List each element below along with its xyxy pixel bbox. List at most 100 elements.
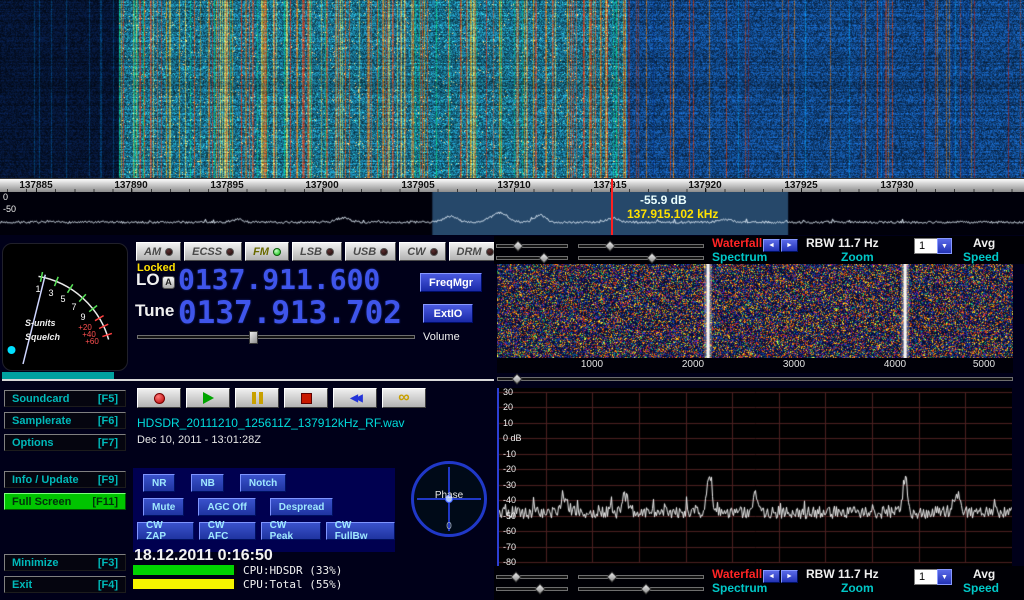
cw-peak-button[interactable]: CW Peak <box>261 522 321 540</box>
squelch-marker-icon <box>8 346 16 354</box>
lo-frequency-display[interactable]: 0137.911.600 <box>178 263 380 296</box>
mode-lsb-button[interactable]: LSB <box>292 242 342 261</box>
left-arrow-icon[interactable]: ◄ <box>763 239 780 252</box>
spectrum-zoom-slider[interactable] <box>578 253 704 264</box>
despread-button[interactable]: Despread <box>270 498 334 516</box>
avg-speed-select[interactable]: 1 ▼ <box>914 238 952 254</box>
info-update-button[interactable]: Info / Update [F9] <box>4 471 126 488</box>
mode-usb-button[interactable]: USB <box>345 242 396 261</box>
s-meter: 1 3 5 7 9 +20 +40 +60 S-units Squelch <box>2 243 128 371</box>
slider-thumb[interactable] <box>511 373 522 384</box>
mode-led-icon <box>226 248 234 256</box>
tune-label: Tune <box>135 302 174 321</box>
soundcard-button[interactable]: Soundcard [F5] <box>4 390 126 407</box>
mode-cw-button[interactable]: CW <box>399 242 445 261</box>
exit-button[interactable]: Exit [F4] <box>4 576 126 593</box>
cursor-line <box>611 179 613 235</box>
loop-button[interactable]: ∞ <box>382 388 426 408</box>
rf-spectrum[interactable] <box>0 192 1024 235</box>
rf-db-label: -50 <box>3 205 16 215</box>
slider-thumb[interactable] <box>510 571 521 582</box>
record-button[interactable] <box>137 388 181 408</box>
bottom-waterfall-zoom-slider[interactable] <box>578 572 704 583</box>
cw-zap-button[interactable]: CW ZAP <box>137 522 194 540</box>
slider-thumb[interactable] <box>640 583 651 594</box>
bottom-avg-speed-select[interactable]: 1 ▼ <box>914 569 952 585</box>
svg-text:Squelch: Squelch <box>25 332 61 342</box>
bottom-spectrum-zoom-slider[interactable] <box>578 584 704 595</box>
af-spectrum[interactable] <box>499 388 1012 566</box>
bottom-waterfall-upper-level-slider[interactable] <box>496 572 568 583</box>
phase-dial: Phase 0 <box>411 461 487 537</box>
cw-afc-button[interactable]: CW AFC <box>199 522 256 540</box>
rf-waterfall[interactable] <box>0 0 1024 178</box>
mute-button[interactable]: Mute <box>143 498 184 516</box>
nr-button[interactable]: NR <box>143 474 175 492</box>
mode-fm-button[interactable]: FM <box>245 242 289 261</box>
svg-text:9: 9 <box>80 312 85 322</box>
waterfall-upper-level-slider[interactable] <box>496 241 568 252</box>
phase-label: Phase <box>414 490 484 501</box>
bottom-waterfall-tab[interactable]: Waterfall <box>712 568 762 581</box>
cw-fullbw-button[interactable]: CW FullBw <box>326 522 395 540</box>
mode-led-icon <box>486 248 494 256</box>
speed-label: Speed <box>963 251 999 264</box>
left-arrow-icon[interactable]: ◄ <box>763 570 780 583</box>
dropdown-arrow-icon[interactable]: ▼ <box>937 238 952 254</box>
freqmgr-button[interactable]: FreqMgr <box>420 273 482 292</box>
slider-thumb[interactable] <box>646 252 657 263</box>
nb-button[interactable]: NB <box>191 474 223 492</box>
options-button[interactable]: Options [F7] <box>4 434 126 451</box>
squelch-bar[interactable] <box>2 372 494 381</box>
minimize-button[interactable]: Minimize [F3] <box>4 554 126 571</box>
waterfall-tab[interactable]: Waterfall <box>712 237 762 250</box>
bottom-zoom-label: Zoom <box>841 582 874 595</box>
pause-button[interactable] <box>235 388 279 408</box>
agc-button[interactable]: AGC Off <box>198 498 255 516</box>
svg-text:3: 3 <box>48 288 53 298</box>
frequency-scale[interactable]: 137885 137890 137895 137900 137905 13791… <box>0 178 1024 192</box>
slider-thumb[interactable] <box>512 240 523 251</box>
stop-button[interactable] <box>284 388 328 408</box>
svg-text:5: 5 <box>60 294 65 304</box>
volume-slider[interactable] <box>137 332 415 343</box>
rewind-button[interactable]: ◀◀ <box>333 388 377 408</box>
mode-led-icon <box>273 248 281 256</box>
extio-button[interactable]: ExtIO <box>423 304 473 323</box>
right-arrow-icon[interactable]: ► <box>781 570 798 583</box>
right-arrow-icon[interactable]: ► <box>781 239 798 252</box>
db-tick: 0 dB <box>503 433 522 443</box>
samplerate-button[interactable]: Samplerate [F6] <box>4 412 126 429</box>
af-axis: 1000 2000 3000 4000 5000 <box>497 358 1013 373</box>
slider-thumb[interactable] <box>606 571 617 582</box>
slider-thumb[interactable] <box>604 240 615 251</box>
waterfall-zoom-slider[interactable] <box>578 241 704 252</box>
svg-text:S-units: S-units <box>25 318 56 328</box>
slider-thumb[interactable] <box>538 252 549 263</box>
mode-am-button[interactable]: AM <box>136 242 181 261</box>
af-waterfall[interactable] <box>497 264 1013 358</box>
notch-button[interactable]: Notch <box>240 474 286 492</box>
rbw-label: RBW 11.7 Hz <box>806 237 879 250</box>
mode-ecss-button[interactable]: ECSS <box>184 242 242 261</box>
fullscreen-button[interactable]: Full Screen [F11] <box>4 493 126 510</box>
play-button[interactable] <box>186 388 230 408</box>
bottom-waterfall-lower-level-slider[interactable] <box>496 584 568 595</box>
volume-slider-thumb[interactable] <box>249 331 258 344</box>
mode-row: AM ECSS FM LSB USB CW DRM <box>136 242 502 261</box>
rewind-icon: ◀◀ <box>350 393 359 404</box>
af-scroll-slider[interactable] <box>497 374 1013 385</box>
spectrum-tab[interactable]: Spectrum <box>712 251 767 264</box>
mode-led-icon <box>380 248 388 256</box>
bottom-af-scroll-buttons: ◄ ► <box>763 570 798 583</box>
select-value: 1 <box>919 571 925 583</box>
tune-frequency-display[interactable]: 0137.913.702 <box>178 295 402 331</box>
bottom-spectrum-tab[interactable]: Spectrum <box>712 582 767 595</box>
dropdown-arrow-icon[interactable]: ▼ <box>937 569 952 585</box>
hdsdr-window: 137885 137890 137895 137900 137905 13791… <box>0 0 1024 600</box>
waterfall-lower-level-slider[interactable] <box>496 253 568 264</box>
db-tick: 20 <box>503 402 513 412</box>
slider-thumb[interactable] <box>534 583 545 594</box>
af-axis-label: 2000 <box>682 359 704 370</box>
lo-a-badge[interactable]: A <box>162 276 175 289</box>
